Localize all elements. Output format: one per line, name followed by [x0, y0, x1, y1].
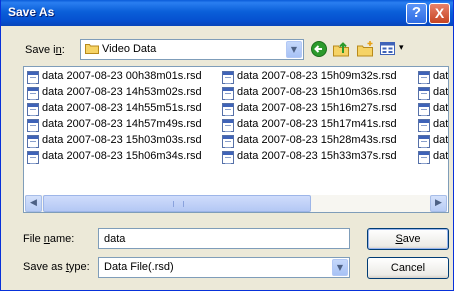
file-name: dat	[433, 70, 449, 82]
file-icon	[418, 87, 430, 100]
file-list[interactable]: data 2007-08-23 00h38m01s.rsd data 2007-0…	[23, 66, 449, 213]
help-icon: ?	[411, 4, 422, 21]
file-name: data 2007-08-23 15h17m41s.rsd	[237, 118, 397, 130]
file-name: data 2007-08-23 15h03m03s.rsd	[42, 134, 202, 146]
help-button[interactable]: ?	[406, 3, 427, 24]
scroll-right-button[interactable]: ▶	[430, 195, 447, 212]
file-name: data 2007-08-23 15h16m27s.rsd	[237, 102, 397, 114]
file-name: data 2007-08-23 15h09m32s.rsd	[237, 70, 397, 82]
horizontal-scrollbar[interactable]: ◀ ▶	[25, 195, 447, 212]
save-as-type-dropdown[interactable]: Data File(.rsd) ▼	[98, 257, 350, 278]
file-icon	[222, 103, 234, 116]
scrollbar-thumb[interactable]	[43, 195, 311, 212]
file-name-label: File name:	[23, 233, 75, 245]
file-name-input[interactable]: data	[98, 228, 350, 249]
grip-icon	[173, 201, 184, 207]
file-icon	[418, 151, 430, 164]
arrow-left-icon: ◀	[30, 198, 37, 208]
back-icon[interactable]	[310, 40, 330, 58]
file-name: dat	[433, 134, 449, 146]
file-name: data 2007-08-23 14h53m02s.rsd	[42, 86, 202, 98]
file-icon	[27, 119, 39, 132]
save-button[interactable]: Save	[367, 228, 449, 250]
chevron-down-icon[interactable]: ▼	[332, 259, 348, 276]
file-name: data 2007-08-23 15h28m43s.rsd	[237, 134, 397, 146]
save-as-type-label: Save as type:	[23, 261, 90, 273]
file-name: data 2007-08-23 15h33m37s.rsd	[237, 150, 397, 162]
title-bar[interactable]: Save As ? X	[1, 0, 453, 26]
file-icon	[418, 119, 430, 132]
save-as-dialog: Save As ? X Save in: Video Data ▼ ▾ data…	[0, 0, 454, 291]
save-in-dropdown[interactable]: Video Data ▼	[80, 39, 304, 60]
close-icon: X	[434, 5, 445, 21]
scroll-left-button[interactable]: ◀	[25, 195, 42, 212]
file-icon	[27, 103, 39, 116]
save-as-type-value: Data File(.rsd)	[104, 261, 174, 273]
file-icon	[27, 135, 39, 148]
file-icon	[222, 119, 234, 132]
file-icon	[222, 135, 234, 148]
chevron-down-icon[interactable]: ▼	[286, 41, 302, 58]
file-name: dat	[433, 150, 449, 162]
file-name: data 2007-08-23 14h57m49s.rsd	[42, 118, 202, 130]
save-in-label: Save in:	[25, 44, 65, 56]
file-icon	[27, 71, 39, 84]
file-icon	[418, 103, 430, 116]
dialog-title: Save As	[8, 5, 55, 19]
file-name: data 2007-08-23 15h10m36s.rsd	[237, 86, 397, 98]
view-menu-arrow[interactable]: ▾	[399, 42, 404, 53]
save-in-value: Video Data	[102, 43, 157, 55]
file-name: data 2007-08-23 15h06m34s.rsd	[42, 150, 202, 162]
file-icon	[418, 71, 430, 84]
view-menu-icon[interactable]	[379, 40, 399, 58]
up-folder-icon[interactable]	[332, 40, 352, 58]
close-button[interactable]: X	[429, 3, 450, 24]
file-icon	[27, 87, 39, 100]
file-name: data 2007-08-23 14h55m51s.rsd	[42, 102, 202, 114]
file-name: dat	[433, 86, 449, 98]
folder-icon	[85, 44, 99, 54]
new-folder-icon[interactable]	[356, 40, 376, 58]
file-icon	[222, 151, 234, 164]
arrow-right-icon: ▶	[435, 198, 442, 208]
file-icon	[222, 71, 234, 84]
file-name: data 2007-08-23 00h38m01s.rsd	[42, 70, 202, 82]
file-icon	[222, 87, 234, 100]
file-icon	[27, 151, 39, 164]
file-icon	[418, 135, 430, 148]
cancel-button[interactable]: Cancel	[367, 257, 449, 279]
file-name: dat	[433, 102, 449, 114]
file-name: dat	[433, 118, 449, 130]
